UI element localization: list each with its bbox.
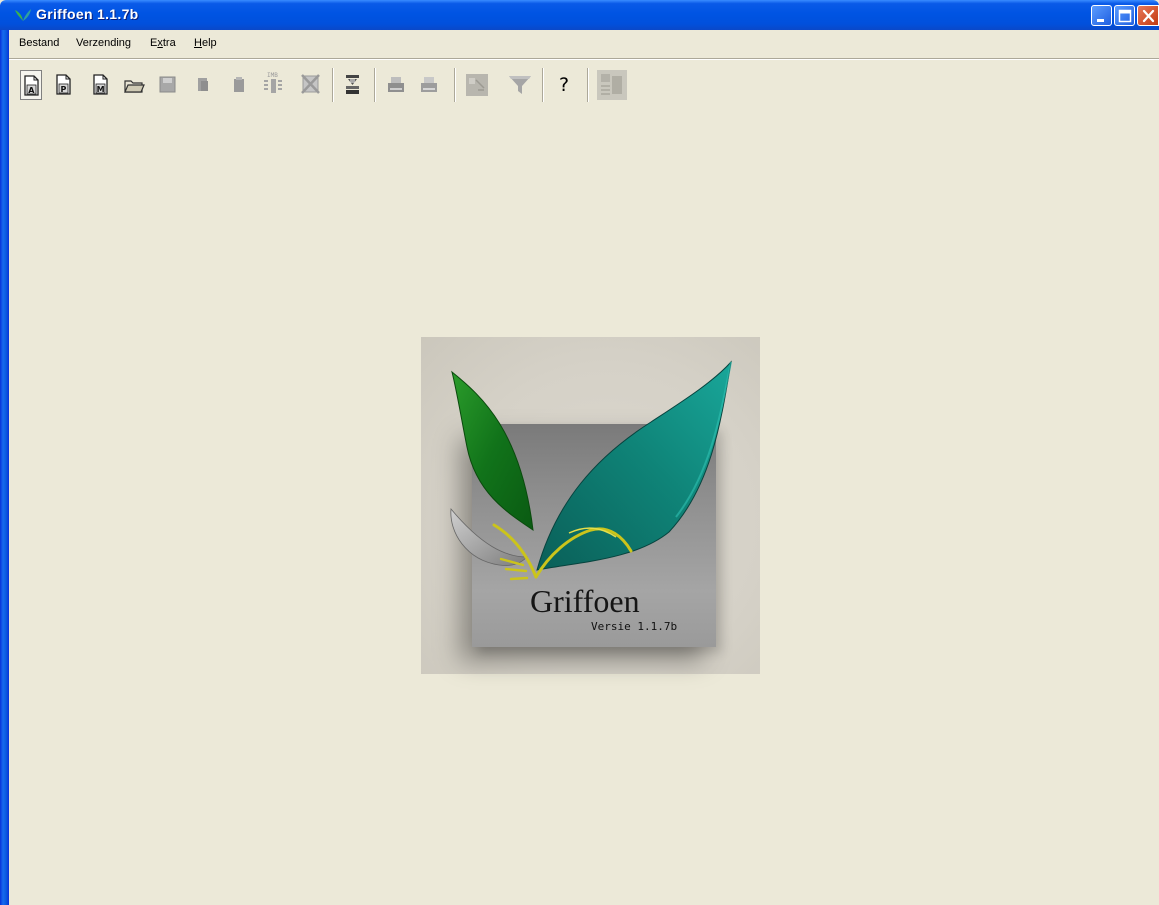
print-icon: [388, 77, 404, 92]
report-icon: [466, 74, 488, 96]
save-icon: [159, 76, 176, 93]
new-m-document-button[interactable]: M: [90, 70, 112, 100]
svg-text:A: A: [28, 86, 35, 95]
copy-button[interactable]: [192, 70, 214, 100]
new-a-document-button[interactable]: A: [20, 70, 42, 100]
report-button[interactable]: [464, 70, 490, 100]
menu-help[interactable]: Help: [194, 37, 217, 49]
toolbar-separator: [332, 68, 334, 102]
maximize-button[interactable]: [1114, 5, 1135, 26]
menu-extra[interactable]: Extra: [150, 37, 176, 49]
toolbar-separator: [587, 68, 589, 102]
paste-button[interactable]: [229, 70, 251, 100]
copy-icon: [198, 78, 208, 91]
close-button[interactable]: [1137, 5, 1159, 26]
document-m-icon: M: [93, 74, 108, 95]
delete-button[interactable]: [299, 70, 323, 100]
menu-extra-rest: tra: [162, 37, 176, 49]
title-bar[interactable]: Griffoen 1.1.7b: [0, 0, 1159, 30]
open-folder-icon: [124, 80, 145, 93]
toolbar-separator: [454, 68, 456, 102]
splash-version: Versie 1.1.7b: [591, 620, 678, 633]
save-button[interactable]: [157, 70, 179, 100]
print-preview-button[interactable]: [418, 70, 440, 100]
open-button[interactable]: [123, 70, 145, 100]
delete-icon: [301, 74, 320, 94]
splash-logo: Griffoen Versie 1.1.7b: [421, 337, 760, 674]
imb-button[interactable]: IMB: [260, 70, 290, 100]
menu-verzending[interactable]: Verzending: [76, 37, 131, 49]
window-title: Griffoen 1.1.7b: [36, 6, 139, 22]
application-window: Griffoen 1.1.7b Bestand Verzending Extra…: [0, 0, 1159, 905]
svg-text:M: M: [97, 85, 105, 94]
toolbar-separator: [542, 68, 544, 102]
maximize-icon: [1118, 9, 1132, 23]
settings-button[interactable]: [597, 70, 627, 100]
splash-app-name: Griffoen: [530, 583, 640, 619]
svg-text:P: P: [61, 85, 67, 94]
menu-help-rest: elp: [201, 37, 217, 49]
toolbar-separator: [374, 68, 376, 102]
new-p-document-button[interactable]: P: [53, 70, 75, 100]
import-button[interactable]: [342, 70, 364, 100]
filter-button[interactable]: [506, 70, 534, 100]
imb-icon: IMB: [264, 72, 282, 93]
print-button[interactable]: [385, 70, 407, 100]
menu-bestand[interactable]: Bestand: [19, 37, 59, 49]
menu-help-mnemonic: H: [194, 37, 202, 49]
menu-divider-highlight: [9, 59, 1159, 60]
filter-icon: [509, 76, 531, 94]
document-a-icon: A: [24, 75, 39, 96]
svg-text:IMB: IMB: [267, 72, 278, 79]
help-button[interactable]: ?: [559, 74, 569, 96]
paste-icon: [234, 77, 244, 92]
minimize-icon: [1097, 19, 1104, 22]
document-p-icon: P: [56, 74, 71, 95]
minimize-button[interactable]: [1091, 5, 1112, 26]
window-left-border: [0, 30, 9, 905]
print-preview-icon: [421, 77, 437, 92]
import-icon: [346, 75, 359, 94]
close-icon: [1142, 9, 1155, 23]
settings-icon: [597, 70, 627, 100]
app-leaf-icon: [15, 9, 31, 21]
